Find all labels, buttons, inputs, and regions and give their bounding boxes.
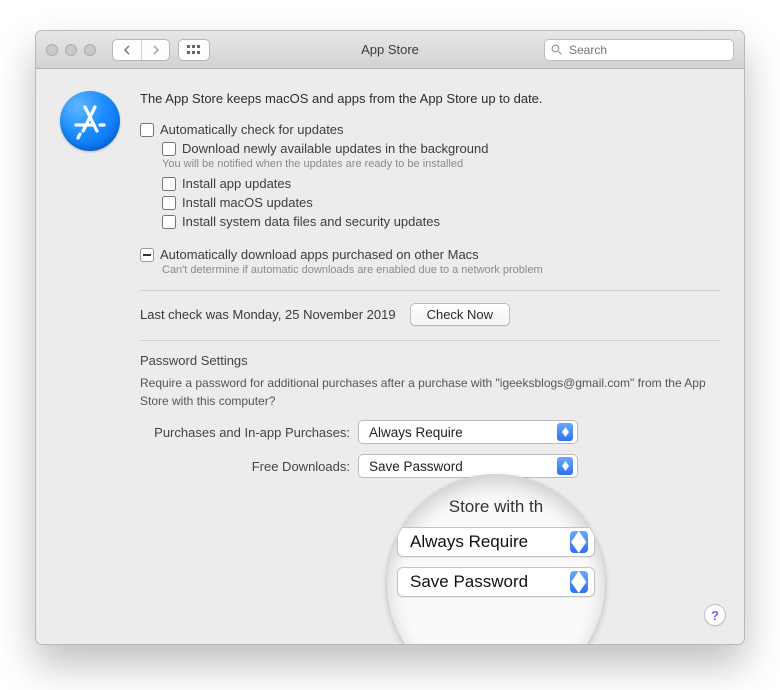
divider xyxy=(140,290,720,291)
install-app-updates-label: Install app updates xyxy=(182,176,291,191)
appstore-preferences-window: App Store The App Store keeps macOS and … xyxy=(35,30,745,645)
close-window-button[interactable] xyxy=(46,44,58,56)
auto-download-purchased-checkbox[interactable] xyxy=(140,248,154,262)
appstore-icon xyxy=(60,91,120,151)
download-background-checkbox[interactable] xyxy=(162,142,176,156)
auto-download-purchased-hint: Can't determine if automatic downloads a… xyxy=(162,264,720,276)
install-app-updates-row[interactable]: Install app updates xyxy=(162,176,720,191)
chevron-right-icon xyxy=(151,45,160,55)
password-settings-title: Password Settings xyxy=(140,353,720,368)
search-input[interactable] xyxy=(567,42,727,58)
header-description: The App Store keeps macOS and apps from … xyxy=(140,91,720,106)
purchases-dropdown-value: Always Require xyxy=(369,425,463,440)
check-now-button[interactable]: Check Now xyxy=(410,303,510,326)
install-macos-updates-label: Install macOS updates xyxy=(182,195,313,210)
minimize-window-button[interactable] xyxy=(65,44,77,56)
back-button[interactable] xyxy=(113,40,141,60)
free-downloads-label: Free Downloads: xyxy=(140,459,350,474)
last-check-text: Last check was Monday, 25 November 2019 xyxy=(140,307,396,322)
install-macos-updates-row[interactable]: Install macOS updates xyxy=(162,195,720,210)
purchases-label: Purchases and In-app Purchases: xyxy=(140,425,350,440)
traffic-lights xyxy=(46,44,96,56)
auto-check-updates-checkbox[interactable] xyxy=(140,123,154,137)
updown-arrows-icon xyxy=(570,571,588,593)
install-app-updates-checkbox[interactable] xyxy=(162,177,176,191)
auto-download-purchased-label: Automatically download apps purchased on… xyxy=(160,247,479,262)
zoom-window-button[interactable] xyxy=(84,44,96,56)
titlebar: App Store xyxy=(36,31,744,69)
nav-back-forward xyxy=(112,39,170,61)
install-system-data-row[interactable]: Install system data files and security u… xyxy=(162,214,720,229)
chevron-left-icon xyxy=(123,45,132,55)
search-field[interactable] xyxy=(544,39,734,61)
auto-download-purchased-row[interactable]: Automatically download apps purchased on… xyxy=(140,247,720,262)
install-system-data-checkbox[interactable] xyxy=(162,215,176,229)
magnifier-purchases-dropdown[interactable]: Always Require xyxy=(397,527,595,557)
install-macos-updates-checkbox[interactable] xyxy=(162,196,176,210)
updown-arrows-icon xyxy=(570,531,588,553)
grid-icon xyxy=(187,45,201,55)
install-system-data-label: Install system data files and security u… xyxy=(182,214,440,229)
magnifier-purchases-value: Always Require xyxy=(410,532,528,552)
download-background-label: Download newly available updates in the … xyxy=(182,141,488,156)
magnifier-text-fragment: Store with th xyxy=(387,497,605,517)
download-background-row[interactable]: Download newly available updates in the … xyxy=(162,141,720,156)
forward-button[interactable] xyxy=(141,40,169,60)
help-button[interactable]: ? xyxy=(704,604,726,626)
magnifier-callout: Store with th Always Require Save Passwo… xyxy=(386,474,606,645)
updown-arrows-icon xyxy=(557,457,573,475)
download-background-hint: You will be notified when the updates ar… xyxy=(162,158,720,170)
free-downloads-dropdown-value: Save Password xyxy=(369,459,463,474)
password-settings-note: Require a password for additional purcha… xyxy=(140,374,720,410)
auto-check-updates-row[interactable]: Automatically check for updates xyxy=(140,122,720,137)
content-area: The App Store keeps macOS and apps from … xyxy=(36,69,744,644)
show-all-button[interactable] xyxy=(178,39,210,61)
search-icon xyxy=(551,44,563,56)
magnifier-free-value: Save Password xyxy=(410,572,528,592)
magnifier-free-dropdown[interactable]: Save Password xyxy=(397,567,595,597)
purchases-dropdown[interactable]: Always Require xyxy=(358,420,578,444)
divider xyxy=(140,340,720,341)
updown-arrows-icon xyxy=(557,423,573,441)
free-downloads-dropdown[interactable]: Save Password xyxy=(358,454,578,478)
auto-check-updates-label: Automatically check for updates xyxy=(160,122,344,137)
